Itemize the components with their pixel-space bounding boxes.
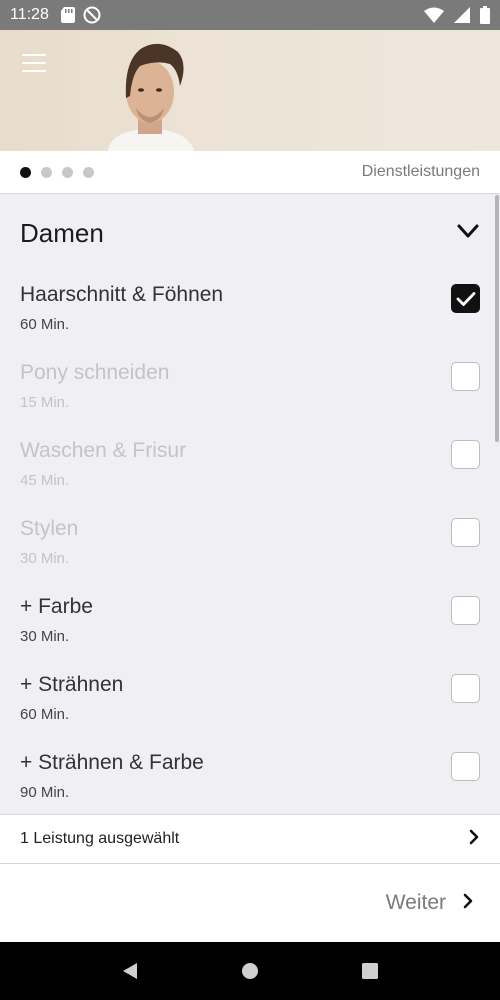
service-item[interactable]: Stylen 30 Min. <box>20 517 480 587</box>
service-list[interactable]: Damen Haarschnitt & Föhnen 60 Min. Pony sc… <box>0 195 500 814</box>
do-not-disturb-icon <box>83 6 101 24</box>
service-name: Haarschnitt & Föhnen <box>20 283 224 306</box>
status-time: 11:28 <box>10 6 49 23</box>
service-item[interactable]: Waschen & Frisur 45 Min. <box>20 439 480 509</box>
service-checkbox[interactable] <box>451 284 480 313</box>
service-checkbox[interactable] <box>451 674 480 703</box>
page-title: Dienstleistungen <box>361 163 480 180</box>
service-name: Pony schneiden <box>20 361 170 384</box>
service-duration: 60 Min. <box>20 316 70 333</box>
page-dot[interactable] <box>20 166 31 178</box>
service-duration: 90 Min. <box>20 784 70 801</box>
menu-icon[interactable] <box>22 54 46 72</box>
service-item[interactable]: Pony schneiden 15 Min. <box>20 361 480 431</box>
service-duration: 15 Min. <box>20 394 70 411</box>
service-item[interactable]: + Strähnen & Farbe 90 Min. <box>20 751 480 814</box>
section-header-damen[interactable]: Damen <box>20 217 480 249</box>
service-name: + Farbe <box>20 595 93 618</box>
checkmark-icon <box>456 291 475 306</box>
wifi-icon <box>424 7 444 23</box>
page-dot[interactable] <box>41 166 52 178</box>
next-button-label: Weiter <box>385 891 446 914</box>
hero-banner <box>0 30 500 151</box>
home-icon[interactable] <box>230 951 270 991</box>
selection-summary-text: 1 Leistung ausgewählt <box>20 830 180 847</box>
service-name: + Strähnen <box>20 673 124 696</box>
service-item[interactable]: + Farbe 30 Min. <box>20 595 480 665</box>
signal-icon <box>454 7 470 23</box>
scrollbar[interactable] <box>495 195 499 442</box>
page-indicator <box>20 166 94 178</box>
footer: Weiter <box>0 864 500 942</box>
battery-icon <box>480 6 490 24</box>
service-checkbox[interactable] <box>451 596 480 625</box>
navigation-bar <box>0 942 500 1000</box>
selection-summary[interactable]: 1 Leistung ausgewählt <box>0 814 500 864</box>
recents-icon[interactable] <box>350 951 390 991</box>
next-button[interactable]: Weiter <box>386 891 474 915</box>
pager-row: Dienstleistungen <box>0 151 500 194</box>
sd-card-icon <box>60 7 75 23</box>
page-dot[interactable] <box>62 166 73 178</box>
service-name: Stylen <box>20 517 79 540</box>
model-portrait <box>108 43 194 151</box>
back-icon[interactable] <box>110 951 150 991</box>
page-dot[interactable] <box>83 166 94 178</box>
section-title: Damen <box>20 217 104 248</box>
service-item[interactable]: Haarschnitt & Föhnen 60 Min. <box>20 283 480 353</box>
chevron-right-icon <box>462 892 474 915</box>
chevron-down-icon[interactable] <box>456 223 480 244</box>
service-checkbox[interactable] <box>451 752 480 781</box>
service-duration: 45 Min. <box>20 472 70 489</box>
service-item[interactable]: + Strähnen 60 Min. <box>20 673 480 743</box>
service-checkbox[interactable] <box>451 518 480 547</box>
chevron-right-icon[interactable] <box>468 828 480 851</box>
service-duration: 60 Min. <box>20 706 70 723</box>
service-checkbox[interactable] <box>451 362 480 391</box>
service-duration: 30 Min. <box>20 550 70 567</box>
service-checkbox[interactable] <box>451 440 480 469</box>
status-bar: 11:28 <box>0 0 500 30</box>
service-name: Waschen & Frisur <box>20 439 187 462</box>
service-name: + Strähnen & Farbe <box>20 751 204 774</box>
service-duration: 30 Min. <box>20 628 70 645</box>
